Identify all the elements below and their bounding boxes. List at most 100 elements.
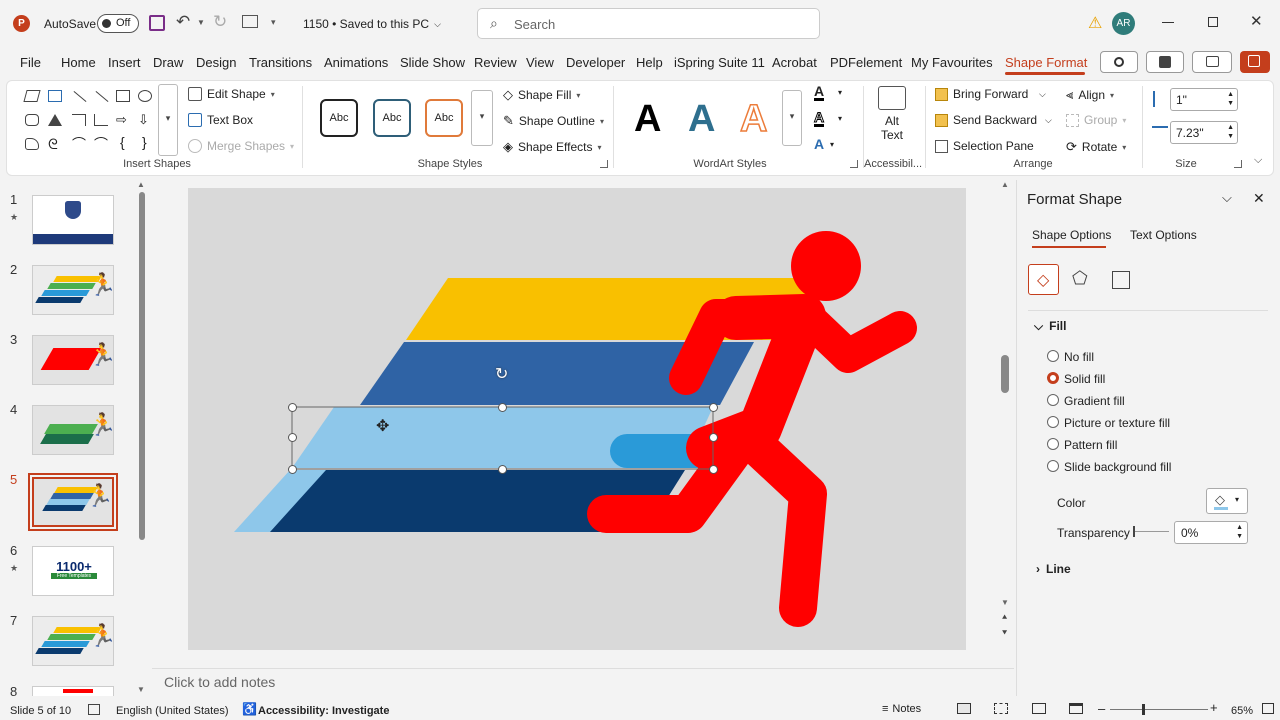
text-outline-button[interactable]: A: [813, 110, 825, 127]
shape-effects-button[interactable]: ◈ Shape Effects ▾: [503, 139, 602, 155]
chevron-down-icon[interactable]: ⌵: [1039, 89, 1046, 100]
slide-thumbnail-3[interactable]: 🏃: [32, 335, 114, 385]
shape-style-preset-2[interactable]: Abc: [373, 99, 411, 137]
redo-icon[interactable]: ↻: [213, 12, 227, 32]
editor-scrollbar[interactable]: [1001, 355, 1009, 393]
chevron-down-icon[interactable]: ▾: [838, 114, 842, 123]
spinner-icon[interactable]: ▲ ▼: [1227, 90, 1234, 108]
shape-height-field[interactable]: 1" ▲ ▼: [1170, 88, 1238, 111]
zoom-slider-thumb[interactable]: [1142, 704, 1145, 715]
shape-style-preset-3[interactable]: Abc: [425, 99, 463, 137]
resize-handle-se[interactable]: [709, 465, 718, 474]
reading-view-icon[interactable]: [1032, 703, 1046, 714]
warning-icon[interactable]: ⚠: [1088, 13, 1102, 33]
rotate-handle-icon[interactable]: ↻: [495, 364, 508, 384]
chevron-down-icon[interactable]: ▾: [830, 140, 834, 149]
spinner-icon[interactable]: ▲ ▼: [1236, 523, 1243, 541]
close-window-icon[interactable]: ✕: [1250, 12, 1263, 30]
autosave-toggle[interactable]: Off: [97, 14, 139, 33]
menu-insert[interactable]: Insert: [108, 55, 141, 70]
search-box[interactable]: ⌕ Search: [477, 8, 820, 39]
previous-slide-icon[interactable]: ⯅: [1001, 612, 1008, 623]
scroll-down-icon[interactable]: ▼: [137, 685, 145, 694]
slideshow-view-icon[interactable]: [1069, 703, 1083, 714]
language-status[interactable]: English (United States): [116, 705, 229, 717]
menu-pdfelement[interactable]: PDFelement: [830, 55, 902, 70]
normal-view-icon[interactable]: [957, 703, 971, 714]
menu-shape-format[interactable]: Shape Format: [1005, 55, 1087, 70]
shape-rounded-rect-icon[interactable]: [25, 114, 39, 126]
menu-review[interactable]: Review: [474, 55, 517, 70]
tab-text-options[interactable]: Text Options: [1130, 228, 1197, 242]
transparency-slider[interactable]: [1133, 526, 1169, 538]
accessibility-icon[interactable]: ♿: [242, 702, 257, 716]
shape-textbox-icon[interactable]: [48, 90, 62, 102]
record-button[interactable]: [1100, 51, 1138, 73]
text-box-button[interactable]: Text Box: [188, 113, 253, 127]
wordart-style-orange[interactable]: A: [739, 97, 768, 141]
no-fill-radio[interactable]: [1047, 350, 1059, 362]
picture-fill-label[interactable]: Picture or texture fill: [1064, 416, 1170, 430]
slide-thumbnail-1[interactable]: [32, 195, 114, 245]
slide-thumbnail-2[interactable]: 🏃: [32, 265, 114, 315]
resize-handle-ne[interactable]: [709, 403, 718, 412]
slide-sorter-icon[interactable]: [994, 703, 1008, 714]
gradient-fill-label[interactable]: Gradient fill: [1064, 394, 1125, 408]
menu-draw[interactable]: Draw: [153, 55, 183, 70]
shape-rectangle-icon[interactable]: [116, 90, 130, 102]
notes-placeholder[interactable]: Click to add notes: [164, 674, 275, 690]
zoom-out-icon[interactable]: –: [1098, 701, 1105, 716]
bring-forward-button[interactable]: Bring Forward: [935, 87, 1028, 101]
menu-acrobat[interactable]: Acrobat: [772, 55, 817, 70]
shape-triangle-icon[interactable]: [48, 114, 62, 126]
text-fill-button[interactable]: A: [814, 84, 825, 101]
wordart-more-button[interactable]: ▾: [782, 90, 802, 146]
selection-pane-button[interactable]: Selection Pane: [935, 139, 1034, 153]
menu-developer[interactable]: Developer: [566, 55, 625, 70]
text-effects-button[interactable]: A: [814, 136, 824, 152]
shape-curve-icon[interactable]: ᘓ: [48, 137, 62, 151]
fit-slide-icon[interactable]: [1262, 703, 1274, 714]
resize-handle-s[interactable]: [498, 465, 507, 474]
tab-shape-options[interactable]: Shape Options: [1032, 228, 1111, 242]
shapes-gallery-more-button[interactable]: ▾: [158, 84, 178, 156]
slide-background-fill-radio[interactable]: [1047, 460, 1059, 472]
shape-freeform-icon[interactable]: [25, 138, 39, 150]
menu-ispring[interactable]: iSpring Suite 11: [674, 55, 765, 70]
menu-my-favourites[interactable]: My Favourites: [911, 55, 993, 70]
spelling-icon[interactable]: [88, 704, 100, 715]
effects-tab-icon[interactable]: ⬠: [1072, 268, 1088, 289]
resize-handle-nw[interactable]: [288, 403, 297, 412]
slide-thumbnail-8[interactable]: [32, 686, 114, 696]
chevron-down-icon[interactable]: ▾: [838, 88, 842, 97]
align-button[interactable]: ⫷ Align ▾: [1066, 87, 1114, 103]
slide-thumbnail-6[interactable]: 1100+ Free Templates: [32, 546, 114, 596]
menu-animations[interactable]: Animations: [324, 55, 388, 70]
wordart-style-teal[interactable]: A: [688, 98, 715, 141]
restore-icon[interactable]: [1208, 17, 1218, 27]
zoom-in-icon[interactable]: +: [1210, 700, 1218, 715]
slide-thumbnail-5[interactable]: 🏃: [28, 473, 118, 531]
rotate-button[interactable]: ⟳ Rotate ▾: [1066, 139, 1126, 155]
shape-styles-more-button[interactable]: ▾: [471, 90, 493, 146]
shape-right-arrow-icon[interactable]: ⇨: [116, 113, 130, 126]
line-section-header[interactable]: › Line: [1036, 562, 1071, 576]
menu-view[interactable]: View: [526, 55, 554, 70]
save-icon[interactable]: [149, 15, 165, 31]
group-button[interactable]: Group ▾: [1066, 113, 1126, 127]
present-icon[interactable]: [242, 15, 258, 28]
shape-arc2-icon[interactable]: ⌒: [94, 137, 108, 151]
resize-handle-e[interactable]: [709, 433, 718, 442]
slider-thumb[interactable]: [1133, 526, 1135, 537]
wordart-style-black[interactable]: A: [634, 98, 661, 141]
scroll-up-icon[interactable]: ▲: [1001, 180, 1009, 189]
zoom-level[interactable]: 65%: [1231, 705, 1253, 717]
resize-handle-w[interactable]: [288, 433, 297, 442]
gradient-fill-radio[interactable]: [1047, 394, 1059, 406]
pane-options-chevron-icon[interactable]: ⌵: [1222, 190, 1232, 206]
size-properties-tab-icon[interactable]: [1112, 271, 1130, 289]
scroll-up-icon[interactable]: ▲: [137, 180, 145, 189]
customize-qat-icon[interactable]: ▾: [271, 17, 276, 28]
send-backward-button[interactable]: Send Backward: [935, 113, 1037, 127]
shape-brace-right-icon[interactable]: }: [142, 135, 156, 149]
